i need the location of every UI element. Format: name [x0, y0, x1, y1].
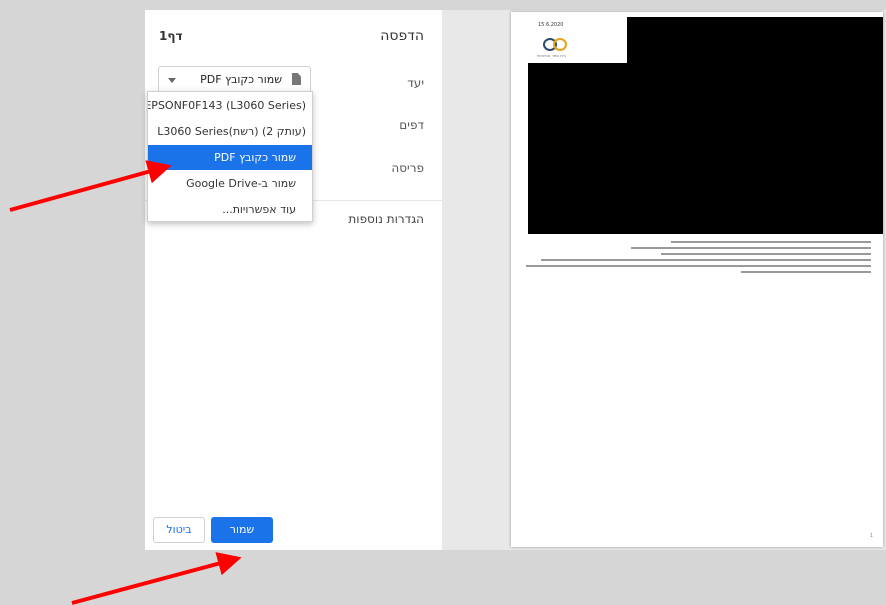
- text-line: [631, 247, 871, 249]
- text-line: [526, 265, 871, 267]
- dropdown-item-google-drive[interactable]: שמור ב-Google Drive: [148, 171, 312, 196]
- dropdown-item-epson[interactable]: EPSONF0F143 (L3060 Series): [148, 93, 312, 118]
- layout-label: פריסה: [391, 161, 424, 175]
- text-line: [661, 253, 871, 255]
- arrow-to-save-button: [71, 552, 242, 605]
- text-line: [671, 241, 871, 243]
- print-dialog-title: הדפסה: [380, 28, 424, 44]
- chevron-down-icon: [168, 78, 176, 83]
- page-number: 1: [869, 533, 873, 539]
- logo-text: בית ספר אופטימי: [537, 53, 567, 58]
- preview-page: 15.6.2020 בית ספר אופטימי 1: [511, 12, 883, 547]
- text-line: [541, 259, 871, 261]
- page-count: דף1: [159, 29, 183, 43]
- more-settings-toggle[interactable]: הגדרות נוספות: [348, 212, 424, 226]
- arrow-to-pdf-option: [9, 160, 172, 212]
- dropdown-item-more-options[interactable]: עוד אפשרויות...: [148, 197, 312, 221]
- document-date: 15.6.2020: [538, 22, 564, 28]
- school-logo: בית ספר אופטימי: [537, 38, 581, 60]
- text-line: [741, 271, 871, 273]
- destination-select[interactable]: שמור כקובץ PDF: [158, 66, 311, 94]
- document-icon: [292, 73, 301, 85]
- cancel-button[interactable]: ביטול: [153, 517, 205, 543]
- logo-ring-icon: [553, 38, 567, 51]
- destination-select-value: שמור כקובץ PDF: [200, 73, 282, 86]
- dropdown-item-network-printer[interactable]: (עותק 2) (רשת)L3060 Series: [148, 119, 312, 144]
- dropdown-item-save-pdf[interactable]: שמור כקובץ PDF: [148, 145, 312, 170]
- save-button[interactable]: שמור: [211, 517, 273, 543]
- destination-dropdown: EPSONF0F143 (L3060 Series) (עותק 2) (רשת…: [147, 91, 313, 222]
- destination-label: יעד: [407, 76, 424, 90]
- pages-label: דפים: [399, 118, 424, 132]
